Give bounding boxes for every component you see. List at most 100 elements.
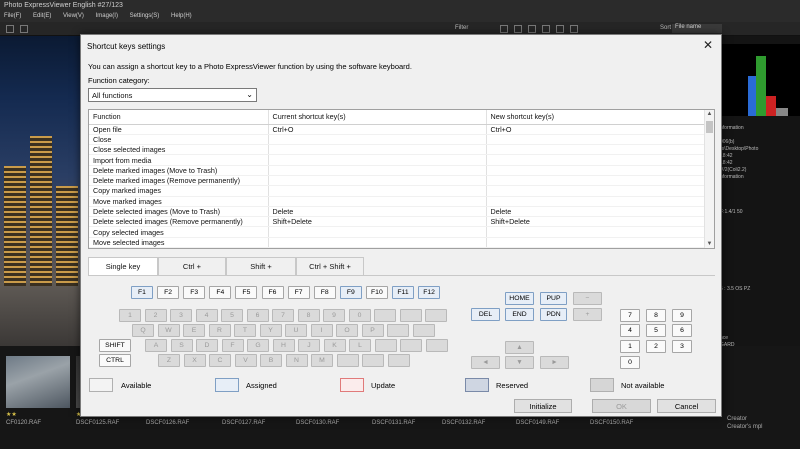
table-row[interactable]: Delete marked images (Move to Trash) <box>89 165 707 176</box>
key-blank[interactable] <box>336 354 359 367</box>
key-f1[interactable]: F1 <box>131 286 153 299</box>
key-f10[interactable]: F10 <box>365 286 388 299</box>
key-z[interactable]: Z <box>158 354 180 367</box>
key-2[interactable]: 2 <box>144 309 167 322</box>
key-d[interactable]: D <box>196 339 218 352</box>
key-p[interactable]: P <box>361 324 384 337</box>
toolbar-icon[interactable] <box>500 25 508 33</box>
numpad-4[interactable]: 4 <box>620 324 640 337</box>
key-c[interactable]: C <box>209 354 231 367</box>
numpad-9[interactable]: 9 <box>672 309 692 322</box>
ok-button[interactable]: OK <box>592 399 651 413</box>
table-row[interactable]: Copy marked images <box>89 185 707 197</box>
key-7[interactable]: 7 <box>272 309 294 322</box>
tab-ctrl[interactable]: Ctrl + <box>158 257 226 275</box>
menu-edit[interactable]: Edit(E) <box>33 13 51 19</box>
key-f2[interactable]: F2 <box>157 286 180 299</box>
key-blank[interactable] <box>362 354 384 367</box>
table-row[interactable]: Close selected images <box>89 144 707 156</box>
key-l[interactable]: L <box>349 339 371 352</box>
numpad-8[interactable]: 8 <box>646 309 666 322</box>
menu-view[interactable]: View(V) <box>63 13 84 19</box>
key-f7[interactable]: F7 <box>287 286 310 299</box>
key-1[interactable]: 1 <box>119 309 141 322</box>
key-f4[interactable]: F4 <box>209 286 232 299</box>
function-category-select[interactable]: All functions ⌄ <box>88 88 257 102</box>
key-ctrl[interactable]: CTRL <box>99 354 131 367</box>
key-y[interactable]: Y <box>259 324 282 337</box>
toolbar-icon[interactable] <box>20 25 28 33</box>
up-arrow-icon[interactable]: ▲ <box>505 341 534 354</box>
key-m[interactable]: M <box>311 354 333 367</box>
key-4[interactable]: 4 <box>195 309 218 322</box>
key-f9[interactable]: F9 <box>339 286 362 299</box>
key-8[interactable]: 8 <box>297 309 320 322</box>
key-blank[interactable] <box>412 324 435 337</box>
key-e[interactable]: E <box>183 324 205 337</box>
key-t[interactable]: T <box>234 324 256 337</box>
numpad-1[interactable]: 1 <box>620 340 640 353</box>
key-6[interactable]: 6 <box>246 309 269 322</box>
key-home[interactable]: HOME <box>505 292 534 305</box>
table-row[interactable]: Move marked images <box>89 196 707 207</box>
toolbar-icon[interactable] <box>528 25 536 33</box>
table-scrollbar[interactable]: ▲ ▼ <box>704 110 714 248</box>
key-x[interactable]: X <box>183 354 206 367</box>
key-f5[interactable]: F5 <box>235 286 258 299</box>
thumbnail[interactable] <box>6 356 70 408</box>
numpad-3[interactable]: 3 <box>672 340 692 353</box>
key-a[interactable]: A <box>145 339 167 352</box>
numpad-6[interactable]: 6 <box>672 324 692 337</box>
numpad-5[interactable]: 5 <box>646 324 666 337</box>
key-pup[interactable]: PUP <box>540 292 567 305</box>
key-w[interactable]: W <box>157 324 180 337</box>
menu-image[interactable]: Image(I) <box>96 13 118 19</box>
key-n[interactable]: N <box>285 354 308 367</box>
menu-file[interactable]: File(F) <box>4 13 21 19</box>
tab-single-key[interactable]: Single key <box>88 257 158 276</box>
table-row[interactable]: Copy selected images <box>89 226 707 238</box>
header-function[interactable]: Function <box>89 110 269 125</box>
toolbar-icon[interactable] <box>570 25 578 33</box>
header-new[interactable]: New shortcut key(s) <box>486 110 707 125</box>
key-f12[interactable]: F12 <box>418 286 441 299</box>
left-arrow-icon[interactable]: ◄ <box>471 356 500 369</box>
tab-shift[interactable]: Shift + <box>226 257 296 275</box>
key-q[interactable]: Q <box>132 324 154 337</box>
key-blank[interactable] <box>399 309 422 322</box>
sort-select[interactable]: File name <box>672 24 722 33</box>
table-row[interactable]: Open file Ctrl+O Ctrl+O <box>89 124 707 135</box>
numpad-2[interactable]: 2 <box>646 340 666 353</box>
scroll-thumb[interactable] <box>706 121 713 133</box>
key-i[interactable]: I <box>310 324 333 337</box>
key-minus[interactable]: − <box>573 292 602 305</box>
table-row[interactable]: Import from media <box>89 154 707 166</box>
key-b[interactable]: B <box>260 354 282 367</box>
key-f6[interactable]: F6 <box>261 286 284 299</box>
key-blank[interactable] <box>400 339 422 352</box>
numpad-0[interactable]: 0 <box>620 356 640 369</box>
key-blank[interactable] <box>387 354 410 367</box>
key-blank[interactable] <box>374 309 396 322</box>
table-row[interactable]: Close <box>89 134 707 146</box>
key-o[interactable]: O <box>336 324 358 337</box>
scroll-up-icon[interactable]: ▲ <box>705 111 714 117</box>
key-u[interactable]: U <box>285 324 307 337</box>
numpad-7[interactable]: 7 <box>620 309 640 322</box>
initialize-button[interactable]: Initialize <box>514 399 572 413</box>
key-h[interactable]: H <box>272 339 295 352</box>
key-pdn[interactable]: PDN <box>540 308 567 321</box>
table-row[interactable]: Delete selected images (Move to Trash) De… <box>89 206 707 218</box>
toolbar-icon[interactable] <box>556 25 564 33</box>
header-current[interactable]: Current shortcut key(s) <box>268 110 487 125</box>
key-9[interactable]: 9 <box>323 309 345 322</box>
table-row[interactable]: Delete selected images (Remove permanent… <box>89 216 707 228</box>
right-arrow-icon[interactable]: ► <box>540 356 569 369</box>
menu-settings[interactable]: Settings(S) <box>130 13 160 19</box>
table-row[interactable]: Move selected images <box>89 237 707 248</box>
key-v[interactable]: V <box>234 354 257 367</box>
close-icon[interactable]: ✕ <box>703 38 713 52</box>
toolbar-icon[interactable] <box>6 25 14 33</box>
key-f3[interactable]: F3 <box>183 286 206 299</box>
key-r[interactable]: R <box>208 324 231 337</box>
